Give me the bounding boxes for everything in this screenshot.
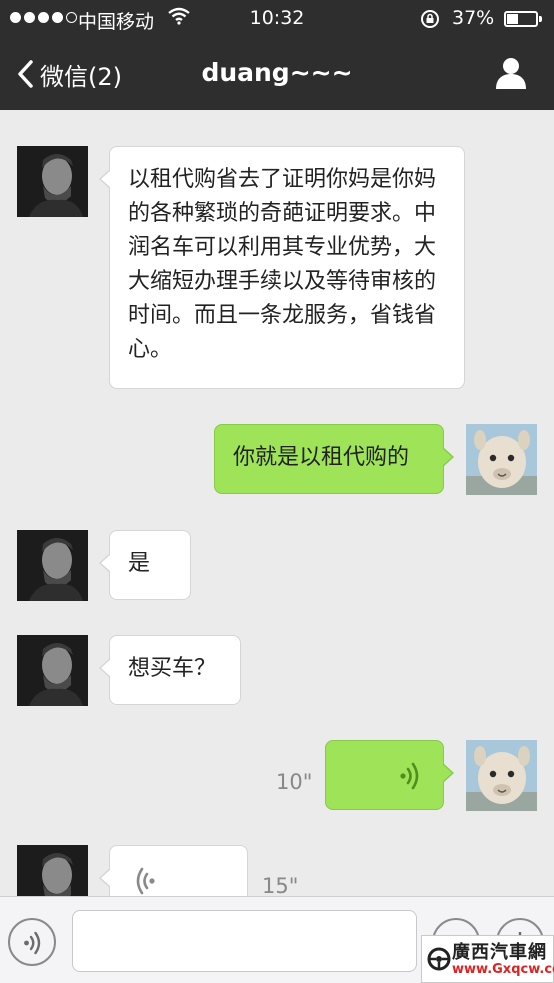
message-text: 是 xyxy=(128,551,151,576)
message-bubble-incoming[interactable]: 是 xyxy=(99,530,191,600)
my-avatar[interactable] xyxy=(466,424,537,495)
my-avatar[interactable] xyxy=(466,740,537,811)
voice-message-bubble-incoming[interactable] xyxy=(99,845,248,896)
contact-avatar[interactable] xyxy=(17,530,88,601)
voice-wave-icon xyxy=(24,931,41,955)
battery-percent: 37% xyxy=(452,7,495,29)
watermark-url: www.Gxqcw.com xyxy=(452,962,554,977)
battery-icon xyxy=(504,11,542,27)
chat-area[interactable]: 以租代购省去了证明你妈是你妈的各种繁琐的奇葩证明要求。中润名车可以利用其专业优势… xyxy=(0,110,554,896)
steering-wheel-icon xyxy=(427,947,451,971)
message-bubble-incoming[interactable]: 以租代购省去了证明你妈是你妈的各种繁琐的奇葩证明要求。中润名车可以利用其专业优势… xyxy=(99,146,465,389)
chat-title: duang~~~ xyxy=(201,58,353,87)
contact-profile-button[interactable] xyxy=(494,56,528,90)
message-bubble-outgoing[interactable]: 你就是以租代购的 xyxy=(214,424,454,494)
message-bubble-incoming[interactable]: 想买车？ xyxy=(99,635,241,705)
message-text: 以租代购省去了证明你妈是你妈的各种繁琐的奇葩证明要求。中润名车可以利用其专业优势… xyxy=(128,167,437,362)
message-input[interactable] xyxy=(72,910,417,972)
voice-duration: 10" xyxy=(276,770,313,794)
voice-duration: 15" xyxy=(262,874,299,896)
contact-avatar[interactable] xyxy=(17,635,88,706)
message-text: 想买车？ xyxy=(128,656,217,681)
message-text: 你就是以租代购的 xyxy=(233,445,410,470)
person-icon xyxy=(496,58,526,89)
site-watermark: 廣西汽車網 www.Gxqcw.com xyxy=(421,935,554,983)
status-bar: 中国移动 10:32 37% xyxy=(0,0,554,38)
contact-avatar[interactable] xyxy=(17,146,88,217)
voice-wave-icon xyxy=(136,867,155,895)
nav-bar: 微信(2) duang~~~ xyxy=(0,38,554,110)
watermark-name: 廣西汽車網 xyxy=(452,942,547,963)
voice-message-bubble-outgoing[interactable] xyxy=(325,740,454,810)
voice-mode-button[interactable] xyxy=(8,918,56,966)
contact-avatar[interactable] xyxy=(17,845,88,896)
voice-wave-icon xyxy=(400,762,419,790)
rotation-lock-icon xyxy=(420,9,440,34)
